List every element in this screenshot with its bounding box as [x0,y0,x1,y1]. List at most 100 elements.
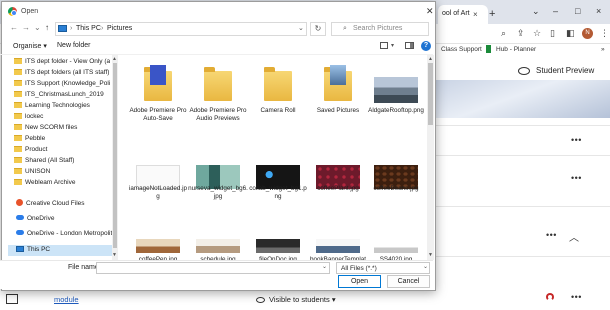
nav-item[interactable]: ITS_ChristmasLunch_2019 [14,91,110,102]
file-item[interactable]: nurseva_widget_bg6.jpg [188,151,248,231]
nav-scrollbar-thumb[interactable] [113,63,117,248]
zoom-icon[interactable]: ⌕ [501,28,506,39]
scroll-up-arrow-icon[interactable]: ▲ [112,56,117,62]
window-close-button[interactable]: × [596,6,601,16]
nav-item-label: ITS Support (Knowledge_Policie [25,80,110,87]
file-name-input[interactable] [96,262,330,274]
file-name: collab_widget_bg1.png [249,185,307,200]
nav-item[interactable]: Webleam Archive [14,179,110,190]
refresh-button[interactable]: ↻ [310,22,326,36]
help-icon[interactable]: ? [421,41,431,51]
preview-pane-icon[interactable] [405,42,414,49]
breadcrumb-pictures[interactable]: Pictures [107,25,132,32]
more-options-icon[interactable]: ••• [571,173,582,183]
file-item[interactable]: collab_widget_bg1.png [248,151,308,231]
module-link[interactable]: module [54,295,79,304]
more-options-icon[interactable]: ••• [571,135,582,145]
back-arrow-icon[interactable]: ← [10,23,18,32]
file-item[interactable]: coffeeBeans.jpg [366,151,426,231]
nav-item-label: This PC [27,246,51,253]
menu-icon[interactable]: ⋮ [600,28,609,39]
browser-tab[interactable]: ool of Art [438,5,488,24]
file-type-select[interactable]: All Files (*.*) [336,262,430,274]
scroll-down-arrow-icon[interactable]: ▼ [428,252,433,258]
file-item[interactable]: Saved Pictures [308,63,368,143]
cancel-button[interactable]: Cancel [387,275,430,288]
file-type-dropdown-icon[interactable]: ⌄ [423,263,428,270]
more-options-icon[interactable]: ••• [571,292,582,302]
maximize-button[interactable]: □ [575,6,580,16]
scroll-down-arrow-icon[interactable]: ▼ [112,252,117,258]
file-item[interactable]: Camera Roll [248,63,308,143]
tab-search-icon[interactable]: ⌄ [532,6,540,17]
premiere-folder-thumbnail [144,65,172,101]
file-item[interactable]: Adobe Premiere Pro Auto-Save [128,63,188,143]
bookmark-class-support[interactable]: Class Support [441,46,482,53]
file-item[interactable]: Adobe Premiere Pro Audio Previews [188,63,248,143]
nav-item-label: lockec [25,113,44,120]
bookmark-star-icon[interactable]: ☆ [533,28,541,39]
folder-icon [14,80,22,86]
nav-item[interactable]: Creative Cloud Files [16,199,112,210]
bookmarks-more-icon[interactable]: » [601,46,605,53]
file-item[interactable]: AldgateRooftop.png [366,63,426,143]
more-options-icon[interactable]: ••• [546,230,557,240]
file-scrollbar-thumb[interactable] [428,63,433,125]
sidebar-icon[interactable]: ◧ [566,28,575,39]
nav-item[interactable]: This PC [16,246,112,257]
folder-thumbnail [264,67,292,101]
minimize-button[interactable]: – [553,6,558,16]
organise-button[interactable]: Organise ▾ [13,42,47,50]
scroll-up-arrow-icon[interactable]: ▲ [428,56,433,62]
breadcrumb-this-pc[interactable]: This PC [76,25,101,32]
nav-item[interactable]: OneDrive [16,215,112,226]
ss-thumbnail [374,239,418,253]
file-name-dropdown-icon[interactable]: ⌄ [322,263,327,270]
folder-icon [14,58,22,64]
nav-item[interactable]: Learning Technologies [14,102,110,113]
up-arrow-icon[interactable]: ↑ [45,23,49,32]
nav-item[interactable]: lockec [14,113,110,124]
dialog-close-button[interactable]: ✕ [426,6,434,17]
nav-item[interactable]: Product [14,146,110,157]
nav-item-label: Shared (All Staff) [25,157,75,164]
forward-arrow-icon[interactable]: → [22,23,30,32]
nav-item[interactable]: ITS Support (Knowledge_Policie [14,80,110,91]
nav-item[interactable]: New SCORM files [14,124,110,135]
visibility-dropdown[interactable]: Visible to students ▾ [256,295,336,304]
nav-item[interactable]: ITS dept folder - View Only (all I [14,58,110,69]
visibility-caret-icon: ▾ [331,295,336,304]
file-item[interactable]: coffeePlant.jpg [308,151,368,231]
new-folder-button[interactable]: New folder [57,42,90,49]
tab-close-icon[interactable]: × [473,10,478,19]
nav-item-label: Webleam Archive [25,179,76,186]
open-button[interactable]: Open [338,275,381,288]
nav-item[interactable]: Pebble [14,135,110,146]
new-tab-button[interactable]: + [489,8,495,20]
file-item[interactable]: bookBannerTemplate.jpg [308,223,368,260]
share-icon[interactable]: ⇪ [517,28,525,39]
file-item[interactable]: fileOnDoc.jpg [248,223,308,260]
avatar[interactable]: N [582,28,593,39]
nav-item-label: ITS dept folders (all ITS staff) [25,69,110,76]
student-preview-button[interactable]: Student Preview [518,66,594,75]
nav-item[interactable]: ITS dept folders (all ITS staff) [14,69,110,80]
breadcrumb-separator: › [101,25,104,32]
change-view-icon[interactable] [380,42,388,49]
recent-locations-icon[interactable]: ⌄ [34,23,41,32]
bookmark-hub-planner[interactable]: Hub - Planner [496,46,536,53]
nav-item[interactable]: Shared (All Staff) [14,157,110,168]
file-item[interactable]: coffeePen.jpg [128,223,188,260]
collapse-chevron-icon[interactable]: ︿ [569,229,579,244]
dialog-title-bar[interactable]: Open ✕ [2,2,435,22]
extensions-icon[interactable]: ▯ [550,28,555,39]
nav-item[interactable]: OneDrive - London Metropolitan [16,230,112,241]
nav-item[interactable]: UNISON [14,168,110,179]
file-item[interactable]: schedule.jpg [188,223,248,260]
nav-item-label: OneDrive [27,215,55,222]
file-item[interactable]: SS4020.jpg [366,223,426,260]
file-item[interactable]: iamageNotLoaded.jpg [128,151,188,231]
hub-flag-icon [486,45,491,53]
view-dropdown-icon[interactable]: ▾ [391,42,394,49]
address-dropdown-icon[interactable]: ⌄ [298,24,304,32]
